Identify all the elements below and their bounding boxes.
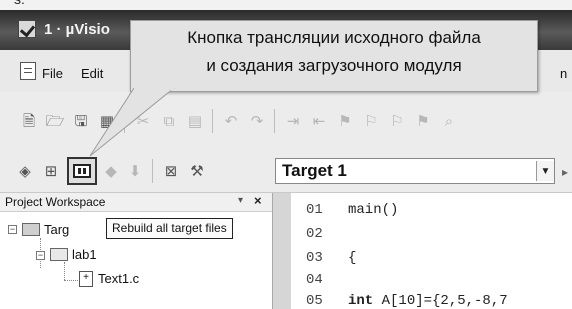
top-strip — [0, 0, 572, 10]
target-folder-icon — [22, 223, 40, 236]
app-icon — [18, 20, 36, 38]
target-select-value: Target 1 — [282, 161, 347, 180]
cropped-toolbar-icon[interactable]: ▸ — [562, 165, 568, 179]
undo-icon[interactable]: ↶ — [220, 110, 242, 132]
tree-item-target[interactable]: Targ — [44, 222, 69, 237]
line-number: 05 — [306, 293, 323, 309]
tooltip: Rebuild all target files — [106, 218, 233, 239]
save-icon[interactable]: 🖫 — [70, 110, 92, 132]
code-editor[interactable] — [291, 193, 572, 309]
components-icon[interactable]: ⚒ — [186, 160, 208, 182]
tree-connector — [64, 262, 66, 280]
target-options-icon[interactable]: ⊠ — [160, 160, 182, 182]
open-folder-icon[interactable]: 🗁 — [44, 110, 66, 132]
code-text: A[10]={2,5,-8,7 — [373, 293, 508, 309]
download-icon[interactable]: ⬇ — [124, 160, 146, 182]
build-icon[interactable]: ⊞ — [40, 160, 62, 182]
code-line[interactable]: int A[10]={2,5,-8,7 — [348, 293, 508, 309]
menu-file[interactable]: File — [42, 66, 63, 81]
close-icon[interactable]: × — [254, 193, 262, 208]
cropped-heading-text: s: — [14, 0, 25, 7]
toolbar-separator — [152, 159, 153, 183]
chevron-down-icon[interactable]: ▼ — [536, 161, 554, 181]
menu-edit[interactable]: Edit — [81, 66, 103, 81]
line-number: 01 — [306, 202, 323, 218]
code-line[interactable]: { — [348, 250, 356, 266]
toolbar-separator — [212, 109, 213, 133]
cut-icon[interactable]: ✂ — [132, 110, 154, 132]
toolbar-separator — [124, 109, 125, 133]
c-file-icon: + — [79, 271, 93, 287]
document-icon — [20, 62, 36, 80]
bookmark-icon[interactable]: ⚑ — [334, 110, 356, 132]
clear-bookmarks-icon[interactable]: ⚑ — [412, 110, 434, 132]
rebuild-all-button[interactable] — [67, 157, 97, 185]
redo-icon[interactable]: ↷ — [246, 110, 268, 132]
collapse-toggle[interactable]: − — [36, 251, 45, 260]
translate-icon[interactable]: ◈ — [14, 160, 36, 182]
paste-icon[interactable]: ▤ — [184, 110, 206, 132]
stop-build-icon[interactable]: ◆ — [100, 160, 122, 182]
unindent-icon[interactable]: ⇤ — [308, 110, 330, 132]
pin-icon[interactable]: ▾ — [238, 195, 243, 206]
menu-item-cropped[interactable]: n — [560, 66, 567, 81]
tree-connector — [64, 280, 78, 282]
copy-icon[interactable]: ⧉ — [158, 110, 180, 132]
line-number: 03 — [306, 250, 323, 266]
code-line[interactable]: main() — [348, 202, 398, 218]
callout-text-line2: и создания загрузочного модуля — [206, 56, 462, 75]
new-file-icon[interactable]: 🗎 — [18, 110, 40, 132]
panel-title: Project Workspace — [5, 195, 106, 209]
group-folder-icon — [50, 248, 68, 261]
line-number: 02 — [306, 226, 323, 242]
tree-item-file[interactable]: Text1.c — [98, 271, 139, 286]
line-number: 04 — [306, 272, 323, 288]
next-bookmark-icon[interactable]: ⚐ — [386, 110, 408, 132]
window-title: 1 · µVisio — [44, 21, 110, 38]
callout-text-line1: Кнопка трансляции исходного файла — [187, 28, 481, 47]
toolbar-separator — [274, 109, 275, 133]
collapse-toggle[interactable]: − — [8, 225, 17, 234]
save-all-icon[interactable]: ▦ — [96, 110, 118, 132]
indent-icon[interactable]: ⇥ — [282, 110, 304, 132]
find-icon[interactable]: ⌕ — [438, 110, 460, 132]
prev-bookmark-icon[interactable]: ⚐ — [360, 110, 382, 132]
keyword: int — [348, 293, 374, 309]
tree-item-group[interactable]: lab1 — [72, 247, 97, 262]
editor-gutter — [273, 193, 291, 309]
rebuild-all-icon — [73, 164, 91, 178]
